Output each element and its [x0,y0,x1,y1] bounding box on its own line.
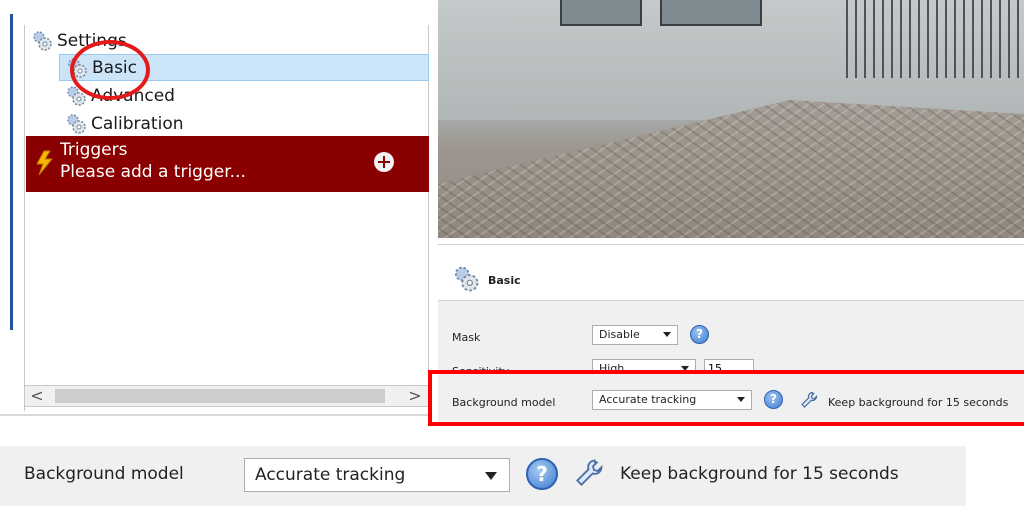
add-trigger-button[interactable] [374,152,394,172]
gear-icon [33,31,52,51]
mask-label: Mask [452,331,481,344]
camera-paving [438,100,1024,238]
help-icon[interactable]: ? [526,458,558,490]
zoomed-background-model-row: Background model Accurate tracking ? Kee… [0,446,966,506]
triggers-hint: Please add a trigger... [60,162,246,182]
background-model-value: Accurate tracking [255,465,406,485]
lightning-icon [36,150,54,176]
background-model-dropdown[interactable]: Accurate tracking [244,458,510,492]
gear-icon [454,266,479,292]
keep-background-text: Keep background for 15 seconds [620,464,899,484]
camera-gate [846,0,1024,78]
tree-item-triggers[interactable]: Triggers Please add a trigger... [26,136,429,192]
chevron-down-icon [485,472,497,480]
highlight-circle [70,40,150,100]
highlight-box [428,370,1024,426]
camera-window [660,0,762,26]
tree-item-label: Calibration [91,114,184,134]
triggers-title: Triggers [60,140,128,160]
camera-window [560,0,642,26]
camera-preview [438,0,1024,238]
background-model-label: Background model [24,464,184,484]
scrollbar-thumb[interactable] [55,389,385,403]
chevron-down-icon [663,332,671,337]
help-icon[interactable]: ? [690,325,709,344]
panel-title: Basic [488,274,521,287]
tree-horizontal-scrollbar[interactable]: < > [24,385,429,407]
left-window-edge [10,14,13,330]
gear-icon [67,114,86,134]
divider [0,414,430,416]
scroll-left-icon[interactable]: < [29,387,45,405]
panel-header: Basic [438,245,1024,301]
wrench-icon[interactable] [574,458,604,488]
mask-value: Disable [599,328,640,341]
tree-item-calibration[interactable]: Calibration [65,111,184,137]
mask-dropdown[interactable]: Disable [592,325,678,345]
scroll-right-icon[interactable]: > [407,387,423,405]
